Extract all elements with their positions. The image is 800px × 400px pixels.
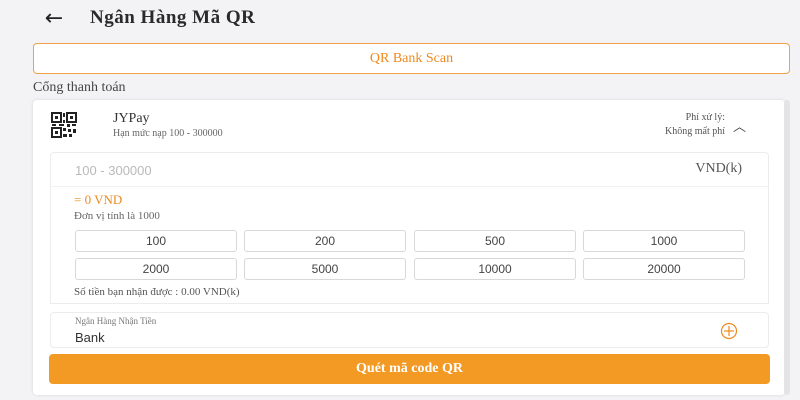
qr-bank-scan-button[interactable]: QR Bank Scan bbox=[33, 43, 790, 74]
back-arrow-icon[interactable]: ← bbox=[40, 6, 68, 31]
amount-input[interactable] bbox=[75, 159, 595, 181]
quick-amount-5000[interactable]: 5000 bbox=[244, 258, 406, 280]
unit-note: Đơn vị tính là 1000 bbox=[74, 210, 160, 222]
qr-code-icon bbox=[51, 112, 77, 138]
converted-amount: = 0 VND bbox=[74, 192, 123, 207]
app-header: ← Ngân Hàng Mã QR bbox=[0, 0, 800, 38]
receiving-bank-value: Bank bbox=[75, 330, 105, 345]
page-title: Ngân Hàng Mã QR bbox=[90, 7, 256, 28]
scan-qr-code-button[interactable]: Quét mã code QR bbox=[49, 354, 770, 384]
quick-amount-20000[interactable]: 20000 bbox=[583, 258, 745, 280]
quick-amount-100[interactable]: 100 bbox=[75, 230, 237, 252]
payment-gateway-label: Cổng thanh toán bbox=[33, 80, 126, 95]
panel-scrollbar[interactable] bbox=[784, 100, 790, 395]
receiving-bank-selector[interactable]: Ngân Hàng Nhận Tiền Bank bbox=[50, 312, 769, 348]
chevron-up-icon[interactable]: ︿ bbox=[733, 116, 753, 135]
fee-title: Phí xử lý: bbox=[685, 112, 725, 123]
circle-plus-icon[interactable] bbox=[720, 322, 738, 340]
amount-field-container: VND(k) bbox=[50, 152, 769, 186]
payment-panel: JYPay Hạn mức nạp 100 - 300000 Phí xử lý… bbox=[33, 100, 785, 395]
quick-amount-2000[interactable]: 2000 bbox=[75, 258, 237, 280]
received-amount-text: Số tiền bạn nhận được : 0.00 VND(k) bbox=[74, 286, 240, 298]
provider-name: JYPay bbox=[113, 111, 150, 126]
quick-amount-1000[interactable]: 1000 bbox=[583, 230, 745, 252]
receiving-bank-label: Ngân Hàng Nhận Tiền bbox=[75, 316, 157, 326]
quick-amount-10000[interactable]: 10000 bbox=[414, 258, 576, 280]
quick-amount-500[interactable]: 500 bbox=[414, 230, 576, 252]
provider-limit: Hạn mức nạp 100 - 300000 bbox=[113, 128, 223, 139]
quick-amount-200[interactable]: 200 bbox=[244, 230, 406, 252]
provider-row-jypay[interactable]: JYPay Hạn mức nạp 100 - 300000 Phí xử lý… bbox=[33, 100, 785, 150]
amount-unit: VND(k) bbox=[695, 161, 742, 176]
fee-value: Không mất phí bbox=[665, 126, 725, 137]
